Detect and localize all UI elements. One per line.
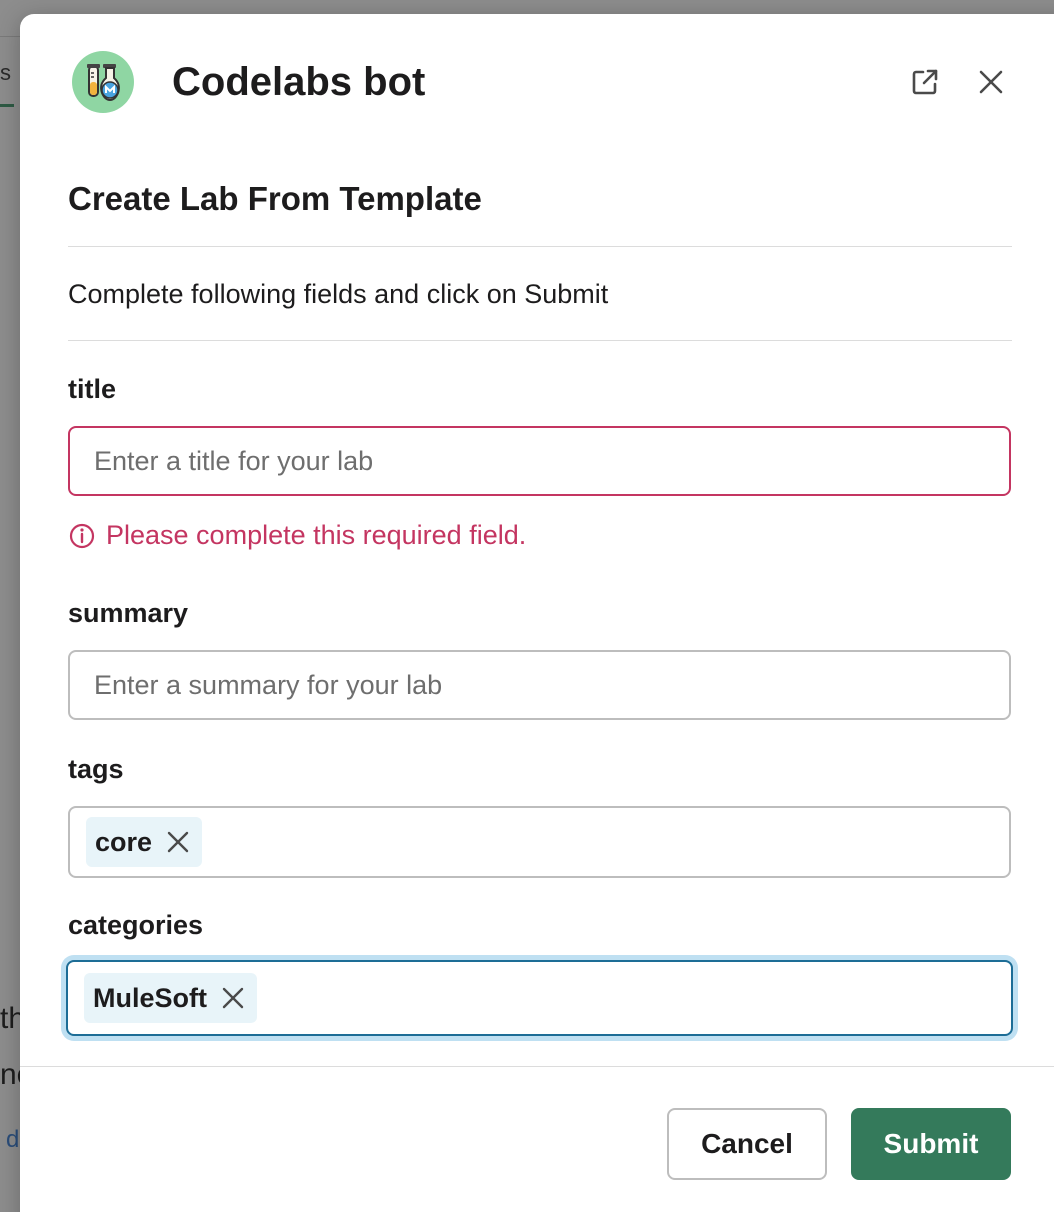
background-link-fragment: d	[6, 1126, 20, 1153]
create-lab-modal: Codelabs bot Create Lab From Template Co…	[20, 14, 1054, 1212]
categories-label: categories	[68, 910, 204, 940]
external-link-icon	[912, 69, 938, 95]
close-button[interactable]	[971, 62, 1011, 102]
open-external-button[interactable]	[905, 62, 945, 102]
background-tab-fragment: s	[0, 60, 11, 85]
title-input[interactable]	[68, 426, 1011, 496]
remove-category-button[interactable]	[221, 986, 245, 1010]
section-title: Create Lab From Template	[68, 180, 482, 217]
categories-multiselect[interactable]: MuleSoft	[66, 960, 1013, 1036]
summary-label: summary	[68, 598, 189, 628]
submit-button[interactable]: Submit	[851, 1108, 1011, 1180]
info-circle-icon	[69, 523, 95, 548]
divider	[68, 340, 1012, 341]
footer-divider	[20, 1066, 1054, 1067]
close-icon	[979, 70, 1003, 94]
divider	[68, 246, 1012, 247]
tag-chip-label: core	[95, 826, 153, 857]
category-chip-label: MuleSoft	[93, 982, 207, 1013]
tags-multiselect[interactable]: core	[68, 806, 1011, 878]
remove-tag-button[interactable]	[166, 830, 190, 854]
title-error-text: Please complete this required field.	[106, 520, 527, 550]
instructions-text: Complete following fields and click on S…	[68, 279, 609, 309]
bot-name: Codelabs bot	[172, 60, 426, 104]
x-icon	[222, 987, 244, 1009]
x-icon	[167, 831, 189, 853]
category-chip: MuleSoft	[84, 973, 257, 1023]
modal-header: Codelabs bot	[20, 14, 1054, 154]
title-error-message: Please complete this required field.	[68, 520, 526, 551]
summary-input[interactable]	[68, 650, 1011, 720]
background-tab-underline	[0, 104, 14, 107]
tags-label: tags	[68, 754, 124, 784]
tag-chip: core	[86, 817, 203, 867]
lab-flasks-icon	[72, 51, 134, 113]
title-label: title	[68, 374, 117, 404]
cancel-button[interactable]: Cancel	[667, 1108, 827, 1180]
